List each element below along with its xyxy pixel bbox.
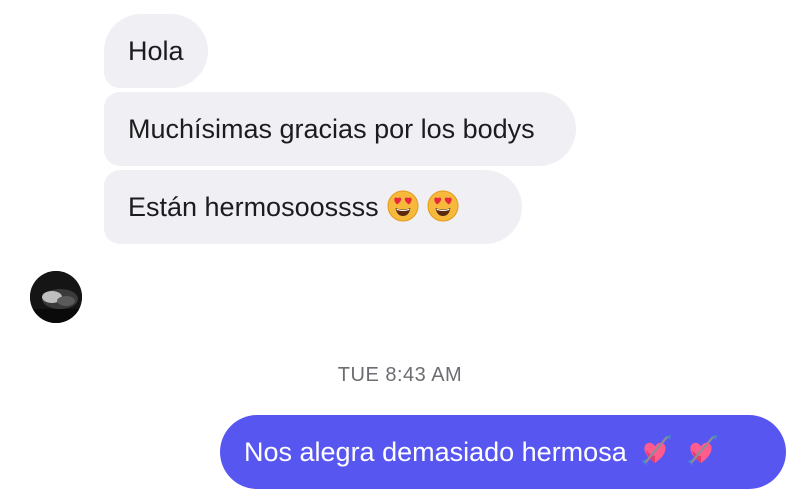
message-text: Hola [128,36,184,66]
heart-eyes-emoji-icon [427,190,459,222]
incoming-message-bubble[interactable]: Muchísimas gracias por los bodys [104,92,576,166]
heart-with-arrow-emoji-icon [637,433,673,469]
heart-eyes-emoji-icon [387,190,419,222]
message-text: Nos alegra demasiado hermosa [244,437,627,467]
outgoing-message-bubble[interactable]: Nos alegra demasiado hermosa [220,415,786,489]
incoming-message-bubble[interactable]: Están hermosoossss [104,170,522,244]
heart-with-arrow-emoji-icon [683,433,719,469]
sender-avatar[interactable] [30,271,82,323]
message-timestamp: TUE 8:43 AM [337,364,463,386]
incoming-message-bubble[interactable]: Hola [104,14,208,88]
message-text: Muchísimas gracias por los bodys [128,114,535,144]
message-text: Están hermosoossss [128,192,379,222]
